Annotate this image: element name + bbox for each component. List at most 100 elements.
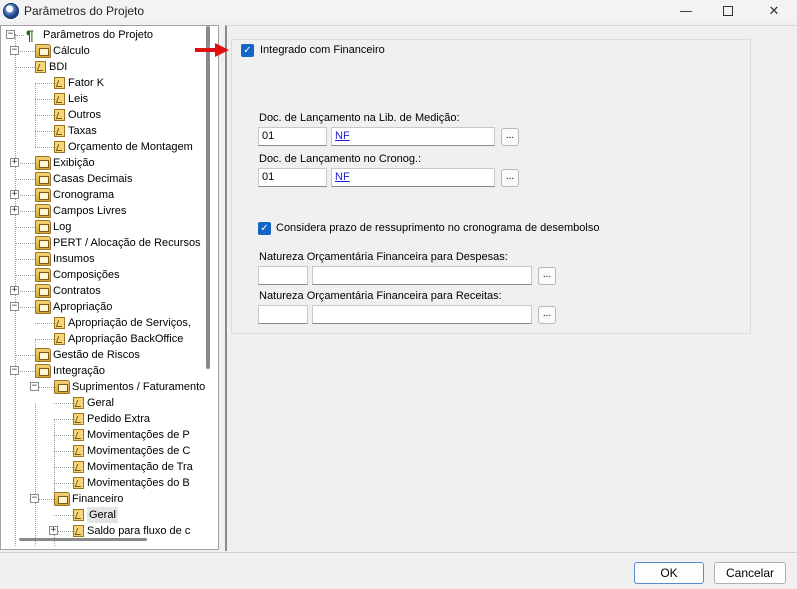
- tree-expander[interactable]: −: [10, 46, 19, 55]
- nat-despesas-browse-button[interactable]: ...: [538, 267, 556, 285]
- tree-item-label: Cálculo: [53, 45, 90, 57]
- tree-item[interactable]: Insumos: [1, 251, 206, 267]
- close-button[interactable]: ✕: [752, 0, 796, 22]
- maximize-button[interactable]: [706, 0, 750, 22]
- tree-expander[interactable]: +: [10, 286, 19, 295]
- tree-expander[interactable]: −: [10, 366, 19, 375]
- tree-item-label: BDI: [49, 61, 68, 73]
- tree-item[interactable]: Geral: [1, 507, 206, 523]
- tree-item[interactable]: Pedido Extra: [1, 411, 206, 427]
- tree-item[interactable]: Orçamento de Montagem: [1, 139, 206, 155]
- tree-expander[interactable]: +: [49, 526, 58, 535]
- doc-cronog-code-input[interactable]: 01: [258, 168, 327, 187]
- tree-item[interactable]: Movimentação de Tra: [1, 459, 206, 475]
- tree-item[interactable]: Taxas: [1, 123, 206, 139]
- tree-item[interactable]: Fator K: [1, 75, 206, 91]
- tree-item-label: Contratos: [53, 285, 101, 297]
- tree-item-label: Exibição: [53, 157, 95, 169]
- tree-connector: [54, 451, 75, 452]
- considera-label: Considera prazo de ressuprimento no cron…: [276, 222, 600, 234]
- tree-item[interactable]: Log: [1, 219, 206, 235]
- tree-item[interactable]: BDI: [1, 59, 206, 75]
- doc-medicao-code-input[interactable]: 01: [258, 127, 327, 146]
- page-icon: [54, 77, 65, 89]
- page-icon: [73, 509, 84, 521]
- tree-connector: [54, 419, 75, 420]
- page-icon: [54, 93, 65, 105]
- considera-checkbox[interactable]: ✓: [258, 222, 271, 235]
- folder-icon: [35, 156, 51, 170]
- tree-item-label: Leis: [68, 93, 89, 105]
- tree-connector: [35, 131, 56, 132]
- tree-item-label: Movimentações do B: [87, 477, 190, 489]
- tree-connector: [35, 323, 56, 324]
- tree-item[interactable]: − Integração: [1, 363, 206, 379]
- tree-item[interactable]: + Cronograma: [1, 187, 206, 203]
- tree-item[interactable]: + Campos Livres: [1, 203, 206, 219]
- nat-receitas-code-input[interactable]: [258, 305, 308, 324]
- nat-receitas-browse-button[interactable]: ...: [538, 306, 556, 324]
- tree-item[interactable]: − Apropriação: [1, 299, 206, 315]
- tree-item[interactable]: − Financeiro: [1, 491, 206, 507]
- tree-root[interactable]: − ¶ Parâmetros do Projeto: [1, 27, 211, 43]
- maximize-icon: [723, 6, 733, 16]
- tree-expander[interactable]: +: [10, 158, 19, 167]
- tree-item-label: Insumos: [53, 253, 95, 265]
- nat-despesas-desc-input[interactable]: [312, 266, 532, 285]
- tree-item-label: Log: [53, 221, 72, 233]
- doc-cronog-desc-input[interactable]: NF: [331, 168, 495, 187]
- tree-item-label: Pedido Extra: [87, 413, 150, 425]
- tree-item[interactable]: + Exibição: [1, 155, 206, 171]
- tree-vertical-scrollbar[interactable]: [206, 26, 210, 369]
- doc-cronog-link[interactable]: NF: [335, 171, 350, 183]
- tree-item[interactable]: Leis: [1, 91, 206, 107]
- tree-item[interactable]: Apropriação de Serviços,: [1, 315, 206, 331]
- tree-expander[interactable]: −: [10, 302, 19, 311]
- ok-button[interactable]: OK: [634, 562, 704, 584]
- page-icon: [73, 429, 84, 441]
- tree-root-expander[interactable]: −: [6, 30, 15, 39]
- tree-expander[interactable]: +: [10, 190, 19, 199]
- doc-medicao-link[interactable]: NF: [335, 130, 350, 142]
- tree-connector: [54, 483, 75, 484]
- tree-root-label: Parâmetros do Projeto: [43, 29, 154, 41]
- tree-item[interactable]: PERT / Alocação de Recursos: [1, 235, 206, 251]
- tree-item[interactable]: Movimentações de P: [1, 427, 206, 443]
- nat-receitas-desc-input[interactable]: [312, 305, 532, 324]
- minimize-button[interactable]: —: [664, 0, 708, 22]
- tree-item-label: Casas Decimais: [53, 173, 133, 185]
- page-icon: [73, 461, 84, 473]
- doc-cronog-label: Doc. de Lançamento no Cronog.:: [259, 153, 422, 165]
- tree-item[interactable]: Movimentações de C: [1, 443, 206, 459]
- tree-item[interactable]: Geral: [1, 395, 206, 411]
- tree-item[interactable]: Casas Decimais: [1, 171, 206, 187]
- tree-item[interactable]: Movimentações do B: [1, 475, 206, 491]
- tree-item-label: Gestão de Riscos: [53, 349, 140, 361]
- tree-item[interactable]: Composições: [1, 267, 206, 283]
- tree-view[interactable]: − ¶ Parâmetros do Projeto − Cálculo BDI Fator …: [0, 25, 219, 550]
- tree-expander[interactable]: −: [30, 382, 39, 391]
- tree-item[interactable]: + Saldo para fluxo de c: [1, 523, 206, 539]
- tree-item[interactable]: − Suprimentos / Faturamento: [1, 379, 206, 395]
- nat-despesas-code-input[interactable]: [258, 266, 308, 285]
- doc-cronog-browse-button[interactable]: ...: [501, 169, 519, 187]
- nat-receitas-label: Natureza Orçamentária Financeira para Re…: [259, 290, 502, 302]
- doc-medicao-browse-button[interactable]: ...: [501, 128, 519, 146]
- tree-item[interactable]: Gestão de Riscos: [1, 347, 206, 363]
- tree-expander[interactable]: +: [10, 206, 19, 215]
- tree-connector: [15, 67, 37, 68]
- doc-medicao-desc-input[interactable]: NF: [331, 127, 495, 146]
- tree-item[interactable]: Apropriação BackOffice: [1, 331, 206, 347]
- page-icon: [73, 477, 84, 489]
- folder-icon: [35, 44, 51, 58]
- tree-item[interactable]: Outros: [1, 107, 206, 123]
- integrado-checkbox[interactable]: ✓: [241, 44, 254, 57]
- tree-item[interactable]: + Contratos: [1, 283, 206, 299]
- tree-connector: [54, 515, 75, 516]
- tree-expander[interactable]: −: [30, 494, 39, 503]
- folder-icon: [35, 236, 51, 250]
- tree-item[interactable]: − Cálculo: [1, 43, 206, 59]
- tree-item-label: Suprimentos / Faturamento: [72, 381, 206, 393]
- tree-horizontal-scrollbar[interactable]: [19, 538, 147, 541]
- cancel-button[interactable]: Cancelar: [714, 562, 786, 584]
